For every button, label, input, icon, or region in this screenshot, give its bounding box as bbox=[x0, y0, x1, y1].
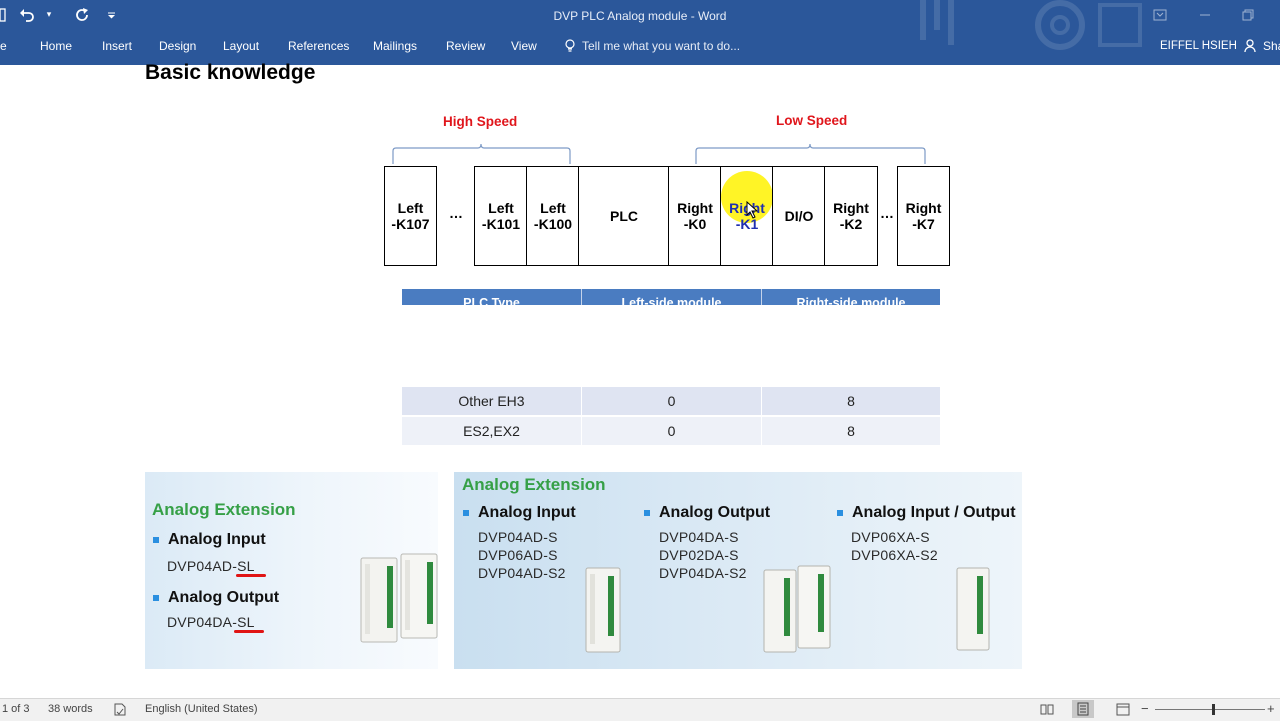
word-count[interactable]: 38 words bbox=[48, 703, 93, 715]
table-header-left-module: Left-side module bbox=[621, 296, 722, 305]
plc-module-image bbox=[360, 553, 438, 643]
table-cell: ES2,EX2 bbox=[463, 423, 520, 439]
model-name: DVP04DA-S2 bbox=[659, 565, 747, 581]
speed-braces bbox=[392, 143, 926, 164]
tab-layout[interactable]: Layout bbox=[223, 36, 259, 56]
status-bar: 1 of 3 38 words English (United States) … bbox=[0, 698, 1280, 721]
tab-mailings[interactable]: Mailings bbox=[373, 36, 417, 56]
bullet-icon bbox=[463, 510, 469, 516]
analog-output-model: DVP04DA-SL bbox=[167, 614, 255, 630]
minimize-icon[interactable] bbox=[1195, 6, 1215, 24]
slot-ellipsis-right: … bbox=[880, 205, 894, 221]
analog-extension-panel-sl: Analog Extension Analog Input DVP04AD-SL… bbox=[145, 472, 438, 669]
slot-dio: DI/O bbox=[772, 166, 826, 266]
ribbon-display-options-icon[interactable] bbox=[1150, 6, 1170, 24]
model-name: DVP04AD-S bbox=[478, 529, 558, 545]
slot-left-k100: Left -K100 bbox=[526, 166, 580, 266]
zoom-out-icon[interactable]: − bbox=[1141, 701, 1149, 716]
bullet-icon bbox=[153, 595, 159, 601]
ribbon-tabs: e Home Insert Design Layout References M… bbox=[0, 36, 1280, 58]
tab-references[interactable]: References bbox=[288, 36, 349, 56]
slot-plc: PLC bbox=[578, 166, 670, 266]
zoom-slider-thumb[interactable] bbox=[1212, 704, 1215, 715]
model-name: DVP02DA-S bbox=[659, 547, 739, 563]
panel-title: Analog Extension bbox=[462, 475, 606, 494]
window-title: DVP PLC Analog module - Word bbox=[553, 9, 727, 23]
analog-input-heading: Analog Input bbox=[153, 531, 266, 549]
zoom-slider-track[interactable] bbox=[1155, 709, 1265, 710]
table-header-plc-type: PLC Type bbox=[463, 296, 520, 305]
slot-left-k101: Left -K101 bbox=[474, 166, 528, 266]
table-cell: Other EH3 bbox=[458, 393, 525, 409]
bullet-icon bbox=[153, 537, 159, 543]
bullet-icon bbox=[644, 510, 650, 516]
read-mode-icon[interactable] bbox=[1040, 703, 1054, 718]
model-name: DVP04DA-S bbox=[659, 529, 739, 545]
model-name: DVP04AD-S2 bbox=[478, 565, 566, 581]
table-cell: 8 bbox=[847, 393, 855, 409]
analog-input-heading: Analog Input bbox=[463, 504, 576, 522]
plc-module-image bbox=[956, 567, 990, 651]
slot-right-k2: Right -K2 bbox=[824, 166, 878, 266]
tab-file[interactable]: e bbox=[0, 36, 7, 56]
analog-output-heading: Analog Output bbox=[153, 589, 279, 607]
restore-icon[interactable] bbox=[1238, 6, 1258, 24]
table-header-right-module: Right-side module bbox=[796, 296, 906, 305]
mouse-pointer-icon bbox=[746, 201, 759, 219]
proofing-icon[interactable] bbox=[113, 703, 127, 719]
table-cell: 8 bbox=[847, 423, 855, 439]
analog-io-heading: Analog Input / Output bbox=[837, 504, 1016, 522]
user-name[interactable]: EIFFEL HSIEH bbox=[1160, 36, 1237, 56]
red-underline-mark bbox=[236, 574, 266, 577]
panel-title: Analog Extension bbox=[152, 500, 296, 519]
tab-view[interactable]: View bbox=[511, 36, 537, 56]
model-name: DVP06XA-S bbox=[851, 529, 930, 545]
person-icon bbox=[1244, 39, 1256, 53]
zoom-in-icon[interactable]: + bbox=[1267, 701, 1275, 716]
model-name: DVP06XA-S2 bbox=[851, 547, 938, 563]
red-underline-mark bbox=[234, 630, 264, 633]
model-name: DVP06AD-S bbox=[478, 547, 558, 563]
slot-left-k107: Left -K107 bbox=[384, 166, 437, 266]
share-label: Sha bbox=[1263, 39, 1280, 53]
analog-extension-panel-s: Analog Extension Analog Input DVP04AD-S … bbox=[454, 472, 1022, 669]
analog-input-model: DVP04AD-SL bbox=[167, 558, 255, 574]
analog-output-heading: Analog Output bbox=[644, 504, 770, 522]
tell-me-text: Tell me what you want to do... bbox=[582, 39, 741, 53]
slot-right-k0: Right -K0 bbox=[668, 166, 722, 266]
high-speed-brace bbox=[392, 143, 571, 164]
table-header: PLC Type Left-side module Right-side mod… bbox=[402, 289, 940, 305]
tab-review[interactable]: Review bbox=[446, 36, 485, 56]
plc-module-image bbox=[763, 565, 831, 653]
plc-module-image bbox=[585, 567, 621, 653]
web-layout-icon[interactable] bbox=[1116, 703, 1130, 719]
tab-design[interactable]: Design bbox=[159, 36, 196, 56]
low-speed-brace bbox=[695, 143, 926, 164]
bullet-icon bbox=[837, 510, 843, 516]
tab-home[interactable]: Home bbox=[40, 36, 72, 56]
share-button[interactable]: Sha bbox=[1244, 36, 1280, 56]
print-layout-icon[interactable] bbox=[1072, 700, 1094, 718]
table-cell: 0 bbox=[667, 393, 676, 409]
document-page[interactable]: Basic knowledge High Speed Low Speed Lef… bbox=[0, 61, 1280, 698]
table-cell: 0 bbox=[667, 423, 676, 439]
language-indicator[interactable]: English (United States) bbox=[145, 703, 258, 715]
tab-insert[interactable]: Insert bbox=[102, 36, 132, 56]
table-row: Other EH3 0 8 bbox=[402, 387, 940, 415]
page-count[interactable]: 1 of 3 bbox=[2, 703, 30, 715]
tell-me-box[interactable]: Tell me what you want to do... bbox=[564, 36, 740, 56]
table-row: ES2,EX2 0 8 bbox=[402, 417, 940, 445]
slot-right-k7: Right -K7 bbox=[897, 166, 950, 266]
ribbon: ▾ DVP PLC Analog module - Word e Home In… bbox=[0, 0, 1280, 65]
lightbulb-icon bbox=[565, 39, 575, 52]
slot-ellipsis-left: … bbox=[449, 205, 463, 221]
